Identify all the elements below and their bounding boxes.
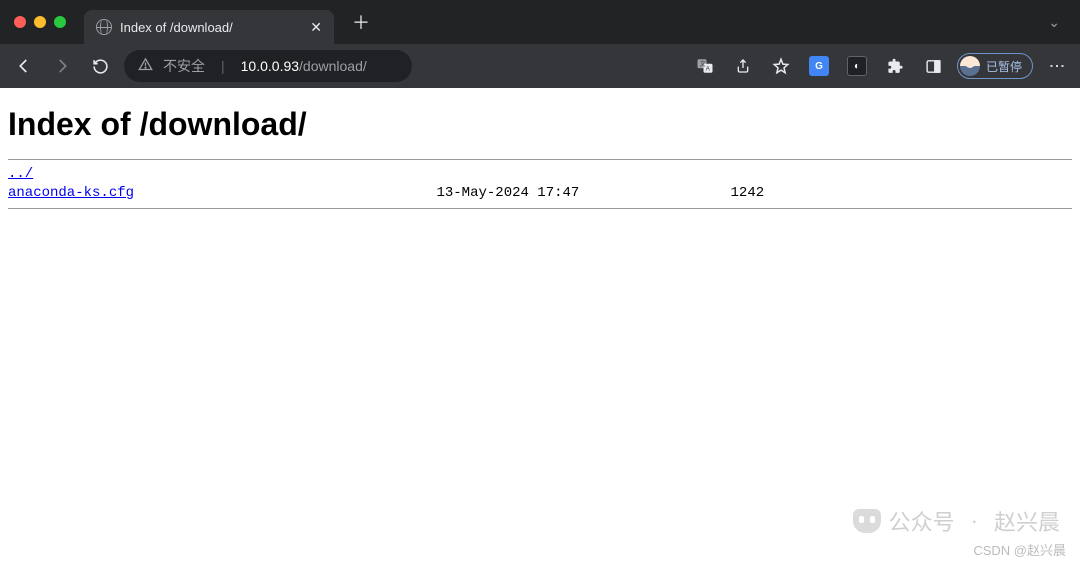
- address-url: 10.0.0.93/download/: [241, 58, 367, 74]
- sidepanel-icon[interactable]: [919, 52, 947, 80]
- warning-icon: [138, 57, 153, 75]
- traffic-lights: [14, 16, 66, 28]
- extension-dark-icon[interactable]: ◐: [843, 52, 871, 80]
- browser-toolbar: 不安全 | 10.0.0.93/download/ 文A G ◐ 已暂停 ⋮: [0, 44, 1080, 88]
- share-icon[interactable]: [729, 52, 757, 80]
- page-title: Index of /download/: [8, 106, 1072, 143]
- extension-translate-icon[interactable]: G: [805, 52, 833, 80]
- svg-text:A: A: [706, 67, 710, 73]
- listing-link[interactable]: anaconda-ks.cfg: [8, 185, 134, 201]
- listing-link[interactable]: ../: [8, 166, 33, 182]
- window-titlebar: Index of /download/ ✕ ＋ ⌄: [0, 0, 1080, 44]
- watermark-csdn: CSDN @赵兴晨: [973, 540, 1066, 559]
- address-host: 10.0.0.93: [241, 58, 299, 74]
- chevron-down-icon[interactable]: ⌄: [1048, 14, 1060, 31]
- browser-tab[interactable]: Index of /download/ ✕: [84, 10, 334, 44]
- window-maximize-button[interactable]: [54, 16, 66, 28]
- wechat-icon: [853, 509, 881, 533]
- address-path: /download/: [299, 58, 367, 74]
- profile-label: 已暂停: [986, 58, 1022, 75]
- watermark-name: 赵兴晨: [994, 505, 1060, 537]
- watermark-wechat: 公众号 · 赵兴晨: [853, 505, 1060, 537]
- back-button[interactable]: [10, 52, 38, 80]
- page-content: Index of /download/ ../ anaconda-ks.cfg …: [0, 88, 1080, 217]
- globe-icon: [96, 19, 112, 35]
- translate-icon[interactable]: 文A: [691, 52, 719, 80]
- window-minimize-button[interactable]: [34, 16, 46, 28]
- watermark-prefix: 公众号: [889, 505, 955, 537]
- address-bar[interactable]: 不安全 | 10.0.0.93/download/: [124, 50, 412, 82]
- security-label: 不安全: [163, 56, 205, 76]
- profile-chip[interactable]: 已暂停: [957, 53, 1033, 79]
- new-tab-button[interactable]: ＋: [342, 9, 380, 35]
- window-close-button[interactable]: [14, 16, 26, 28]
- address-separator: |: [221, 58, 225, 74]
- reload-button[interactable]: [86, 52, 114, 80]
- divider-bottom: [8, 208, 1072, 209]
- kebab-menu-icon[interactable]: ⋮: [1043, 58, 1070, 74]
- close-tab-icon[interactable]: ✕: [310, 19, 322, 36]
- bookmark-star-icon[interactable]: [767, 52, 795, 80]
- avatar-icon: [960, 56, 980, 76]
- tab-title: Index of /download/: [120, 20, 302, 35]
- directory-listing: ../ anaconda-ks.cfg 13-May-2024 17:47 12…: [8, 160, 1072, 208]
- extensions-puzzle-icon[interactable]: [881, 52, 909, 80]
- forward-button[interactable]: [48, 52, 76, 80]
